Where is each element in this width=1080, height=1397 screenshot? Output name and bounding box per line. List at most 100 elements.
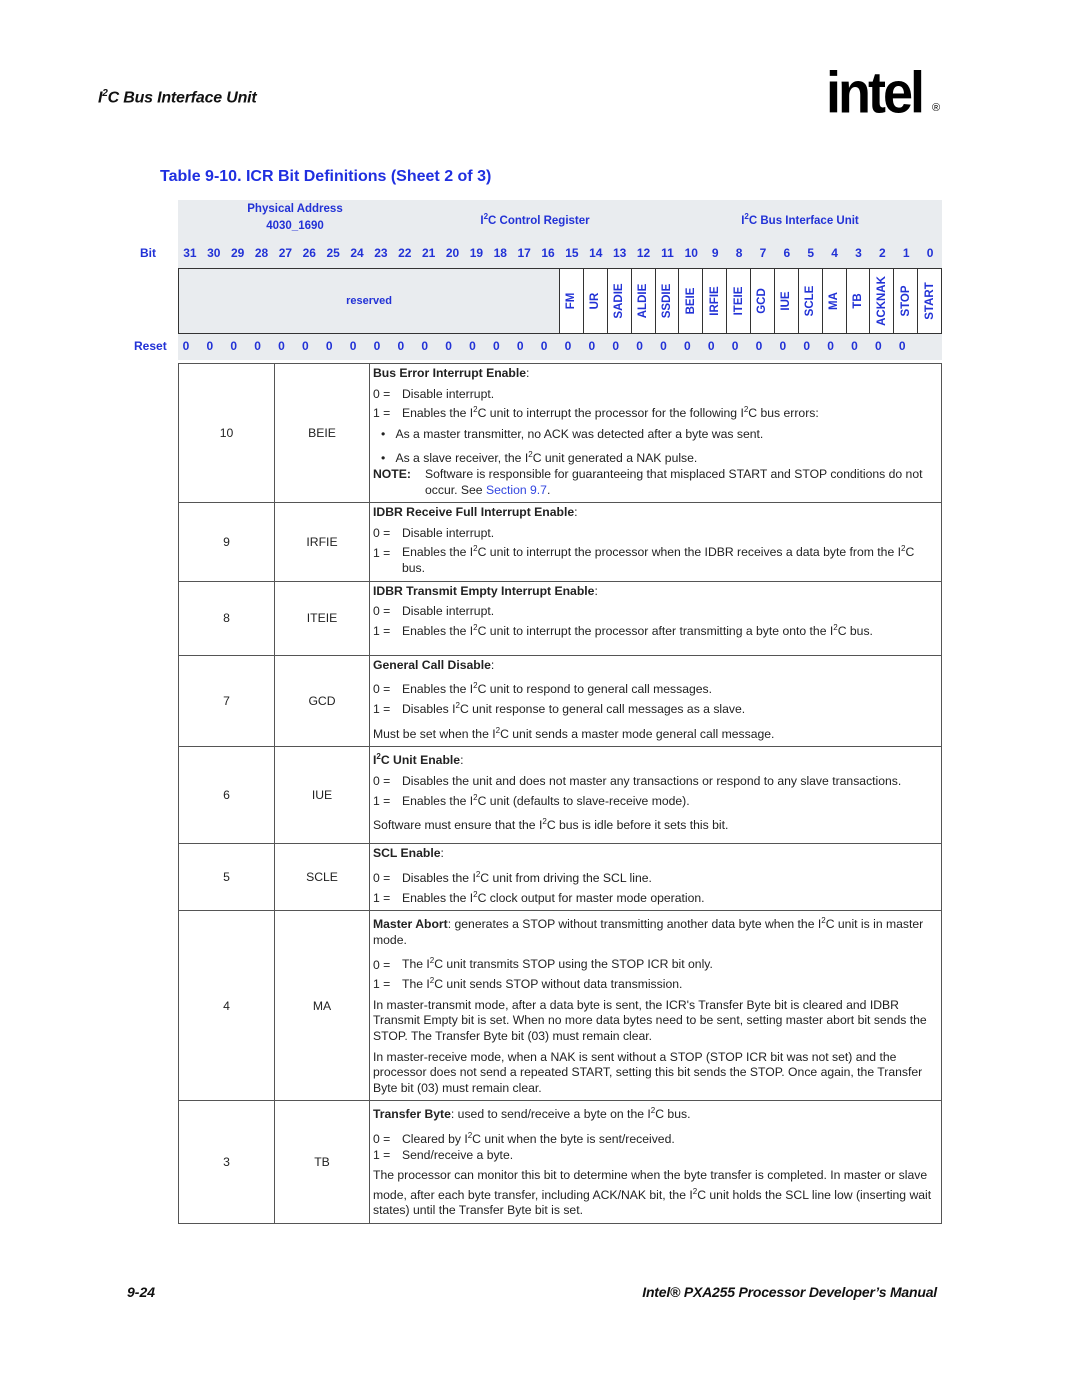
reset-value: 0 (182, 339, 190, 353)
intel-logo: intel ® (826, 62, 946, 132)
bit-number: 11 (661, 246, 674, 260)
table-title: Table 9-10. ICR Bit Definitions (Sheet 2… (160, 168, 492, 185)
value-1: 1 = Send/receive a byte. (373, 1148, 937, 1164)
extra-text: Software must ensure that the I2C bus is… (373, 814, 937, 834)
value-text: Disable interrupt. (402, 525, 495, 540)
reset-value: 0 (516, 339, 524, 353)
table-row: 9 IRFIE IDBR Receive Full Interrupt Enab… (178, 502, 942, 582)
bit-number-cell: 9 (178, 502, 275, 582)
bit-number-cell: 8 (178, 580, 275, 656)
bit-number: 15 (565, 246, 579, 260)
colon: : (526, 366, 530, 380)
bit-number-cell: 6 (178, 746, 275, 845)
description-cell: I2C Unit Enable: 0 = Disables the unit an… (369, 746, 942, 845)
value-text: C bus errors: (748, 406, 819, 421)
value-1: 1 = Enables the I2C clock output for mast… (373, 887, 937, 907)
field-label: BEIE (684, 287, 697, 315)
field-title: I2C Unit Enable (373, 752, 460, 767)
field-title-rest: C bus. (655, 1107, 691, 1122)
bit-number: 10 (684, 246, 698, 260)
table-row: 6 IUE I2C Unit Enable: 0 = Disables the u… (178, 746, 942, 845)
reset-value (914, 339, 938, 355)
register-field-beie: BEIE (679, 268, 704, 334)
table-row: 5 SCLE SCL Enable: 0 = Disables the I2C u… (178, 843, 942, 912)
field-label: SSDIE (660, 283, 673, 319)
bit-number: 6 (783, 246, 791, 260)
bit-number: 23 (374, 246, 388, 260)
reset-value: 0 (254, 339, 261, 353)
section-link[interactable]: Section 9.7 (486, 483, 547, 497)
bit-number: 2 (878, 246, 886, 260)
table-row: 10 BEIE Bus Error Interrupt Enable: 0 = D… (178, 362, 942, 504)
bullet-icon: • (381, 451, 386, 466)
colon: : (574, 505, 578, 520)
bit-number: 17 (517, 246, 531, 260)
colon: : (440, 846, 444, 861)
register-name: I2C Control Register (455, 209, 615, 229)
bit-number: 21 (422, 246, 436, 260)
reset-value: 0 (469, 339, 476, 353)
bit-number-row: 31 30 29 28 27 26 25 24 23 22 21 20 19 18 17 16 15 14 13 12… (178, 246, 942, 262)
paragraph: In master-receive mode, when a NAK is se… (373, 1049, 923, 1095)
reset-value: 0 (325, 339, 333, 353)
field-title: Bus Error Interrupt Enable (373, 366, 527, 380)
colon: : (460, 753, 464, 768)
register-field-iue: IUE (774, 268, 799, 334)
reset-value: 0 (803, 339, 811, 353)
bit-number-cell: 3 (178, 1100, 275, 1225)
value-key: 0 = (373, 1132, 391, 1147)
value-text: Send/receive a byte. (402, 1147, 514, 1162)
field-label: TB (851, 293, 864, 309)
registered-mark-icon: ® (932, 102, 941, 114)
bit-number: 31 (183, 246, 197, 260)
reset-value: 0 (349, 339, 357, 353)
extra-text-part: Must be set when the I (373, 726, 496, 741)
note: NOTE: Software is responsible for guarant… (373, 467, 937, 498)
reset-value-row: 0 0 0 0 0 0 0 0 0 0 0 0 0 0 0 0 0 0 0 0 0 0 0 0 0 0 0 0 0 0 0 (174, 339, 938, 355)
value-0: 0 = Enables the I2C unit to respond to ge… (373, 678, 937, 698)
intel-logo-word: intel (826, 60, 925, 126)
bit-number: 1 (902, 246, 910, 260)
bit-definitions-table: 10 BEIE Bus Error Interrupt Enable: 0 = D… (178, 362, 942, 1225)
value-0: 0 = Disable interrupt. (373, 604, 937, 620)
bullet-text: As a slave receiver, the I (395, 451, 529, 466)
register-field-reserved: reserved (178, 268, 560, 334)
reset-value: 0 (564, 339, 572, 353)
bullet-text: As a master transmitter, no ACK was dete… (395, 426, 764, 441)
value-text: C unit from driving the SCL line. (480, 870, 652, 885)
value-key: 1 = (373, 702, 391, 717)
reset-value: 0 (278, 339, 285, 353)
value-text: C unit to interrupt the processor after … (477, 623, 834, 638)
reset-value: 0 (612, 339, 620, 353)
reset-value: 0 (445, 339, 452, 353)
reset-value: 0 (301, 339, 309, 353)
value-text: Enables the I (402, 545, 474, 560)
value-text: C bus. (837, 623, 873, 638)
value-text: C unit to interrupt the processor for th… (477, 406, 744, 421)
reset-value: 0 (230, 339, 238, 353)
register-field-tb: TB (846, 268, 871, 334)
colon: : (594, 583, 598, 598)
value-0: 0 = Cleared by I2C unit when the byte is … (373, 1128, 937, 1148)
register-name-suffix: C Control Register (488, 214, 590, 227)
field-label: FM (565, 292, 578, 310)
value-text: Disable interrupt. (402, 604, 495, 619)
bit-row-label: Bit (140, 246, 156, 260)
field-title: IDBR Receive Full Interrupt Enable (373, 505, 575, 520)
value-1: 1 = Enables the I2C unit to interrupt the… (373, 402, 937, 422)
field-title: SCL Enable (373, 846, 441, 861)
value-text: Enables the I (402, 623, 474, 638)
field-label: STOP (899, 285, 912, 317)
value-key: 1 = (373, 977, 391, 992)
bit-number: 25 (326, 246, 340, 260)
field-title: IDBR Transmit Empty Interrupt Enable (373, 583, 595, 598)
value-0: 0 = Disable interrupt. (373, 526, 937, 542)
value-text: C unit transmits STOP using the STOP ICR… (434, 957, 713, 972)
reset-value: 0 (397, 339, 405, 353)
bit-name-cell: GCD (274, 654, 370, 748)
register-unit-suffix: C Bus Interface Unit (748, 214, 859, 227)
field-label: IRFIE (708, 286, 721, 316)
bit-number-cell: 7 (178, 654, 275, 748)
bit-number: 22 (398, 246, 412, 260)
field-label: ITEIE (732, 286, 745, 316)
